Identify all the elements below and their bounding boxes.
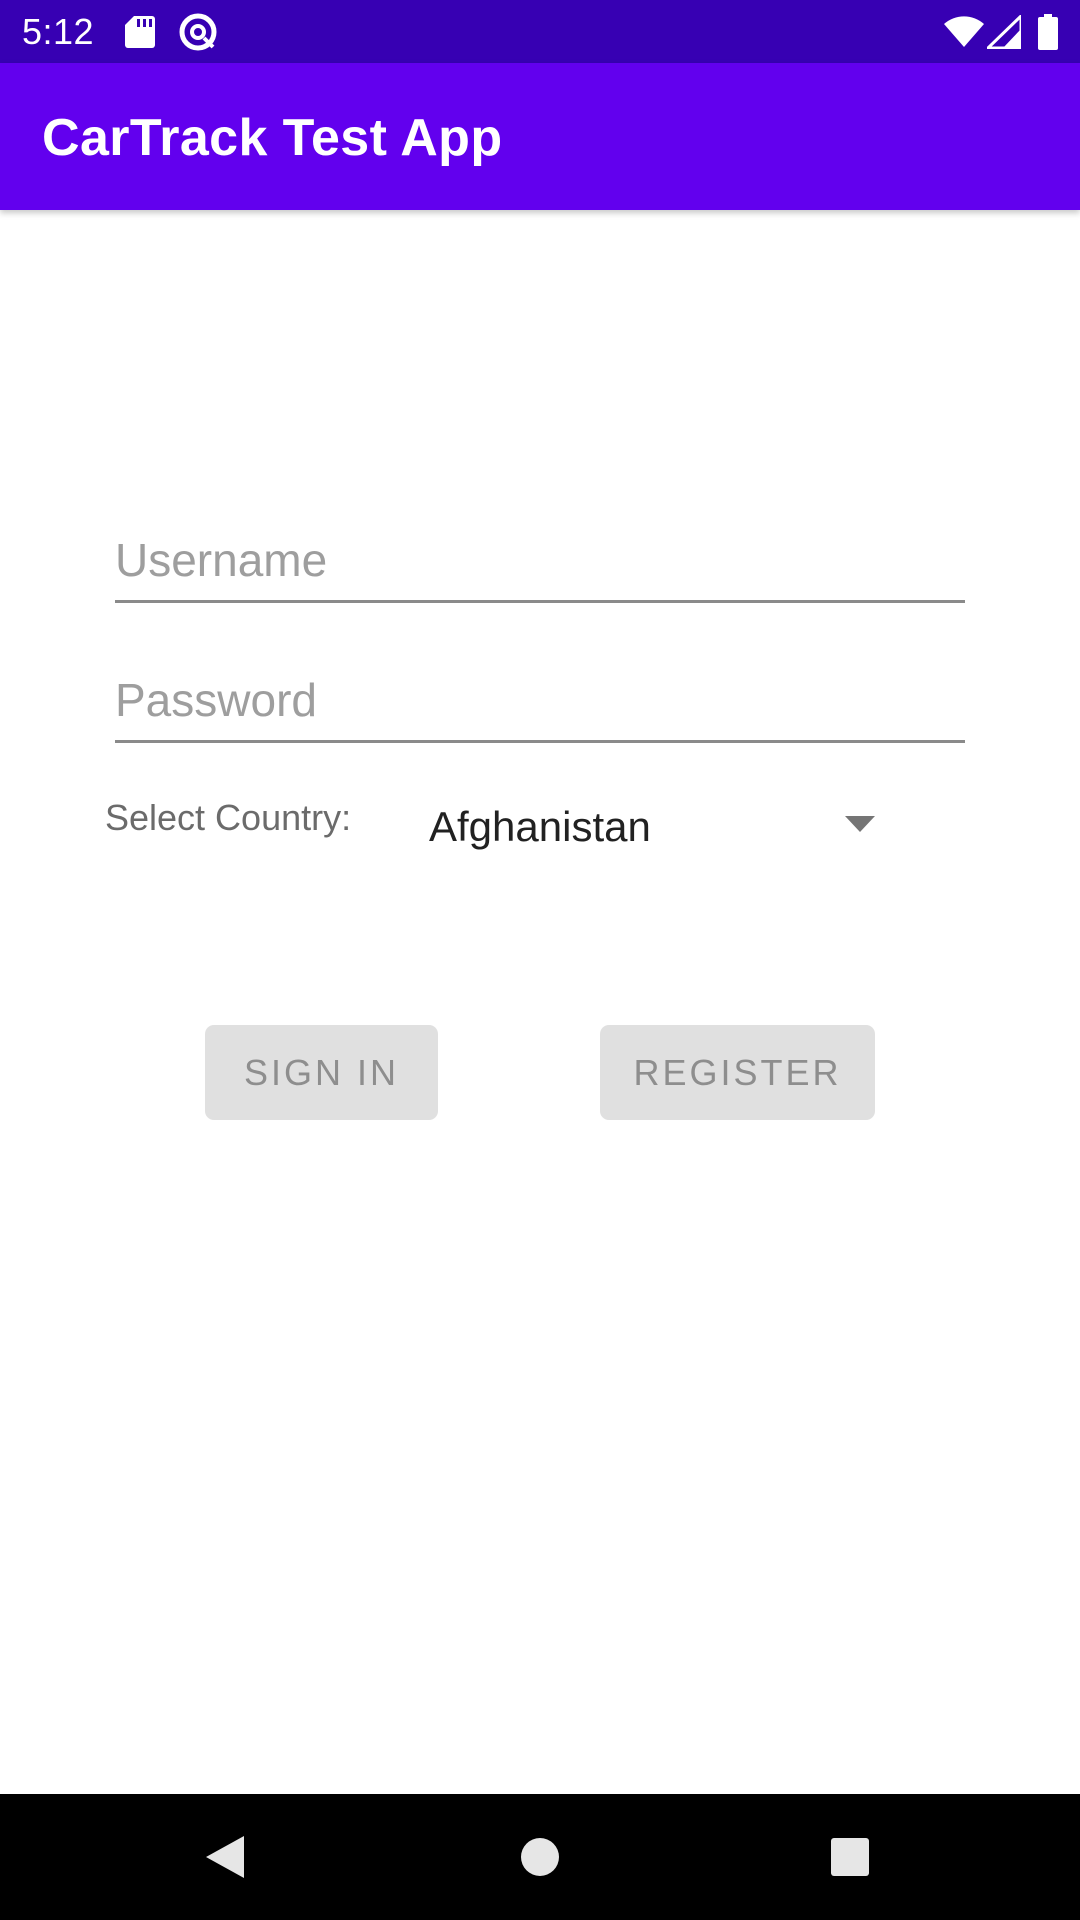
- at-sign-icon: [176, 0, 220, 63]
- username-field-wrapper: [115, 520, 965, 603]
- dropdown-arrow-icon: [845, 816, 875, 837]
- username-input[interactable]: [115, 520, 965, 600]
- status-time: 5:12: [22, 11, 95, 52]
- sd-card-icon: [122, 0, 158, 63]
- password-input[interactable]: [115, 660, 965, 740]
- back-icon[interactable]: [165, 1794, 285, 1920]
- password-field-wrapper: [115, 660, 965, 743]
- recents-icon[interactable]: [790, 1794, 910, 1920]
- status-bar: 5:12: [0, 0, 1080, 63]
- wifi-icon: [942, 0, 986, 63]
- cell-signal-icon: [985, 0, 1023, 63]
- login-screen: 5:12 CarTrack Test App Username Select C…: [0, 0, 1080, 1920]
- home-icon[interactable]: [480, 1794, 600, 1920]
- battery-icon: [1035, 0, 1061, 63]
- register-button[interactable]: REGISTER: [600, 1025, 875, 1120]
- app-bar: CarTrack Test App: [0, 63, 1080, 210]
- country-selected-value: Afghanistan: [429, 803, 651, 850]
- country-spinner[interactable]: Afghanistan: [415, 790, 885, 862]
- navigation-bar: [0, 1794, 1080, 1920]
- app-title: CarTrack Test App: [42, 109, 503, 167]
- sign-in-button[interactable]: SIGN IN: [205, 1025, 438, 1120]
- country-label: Select Country:: [105, 797, 352, 838]
